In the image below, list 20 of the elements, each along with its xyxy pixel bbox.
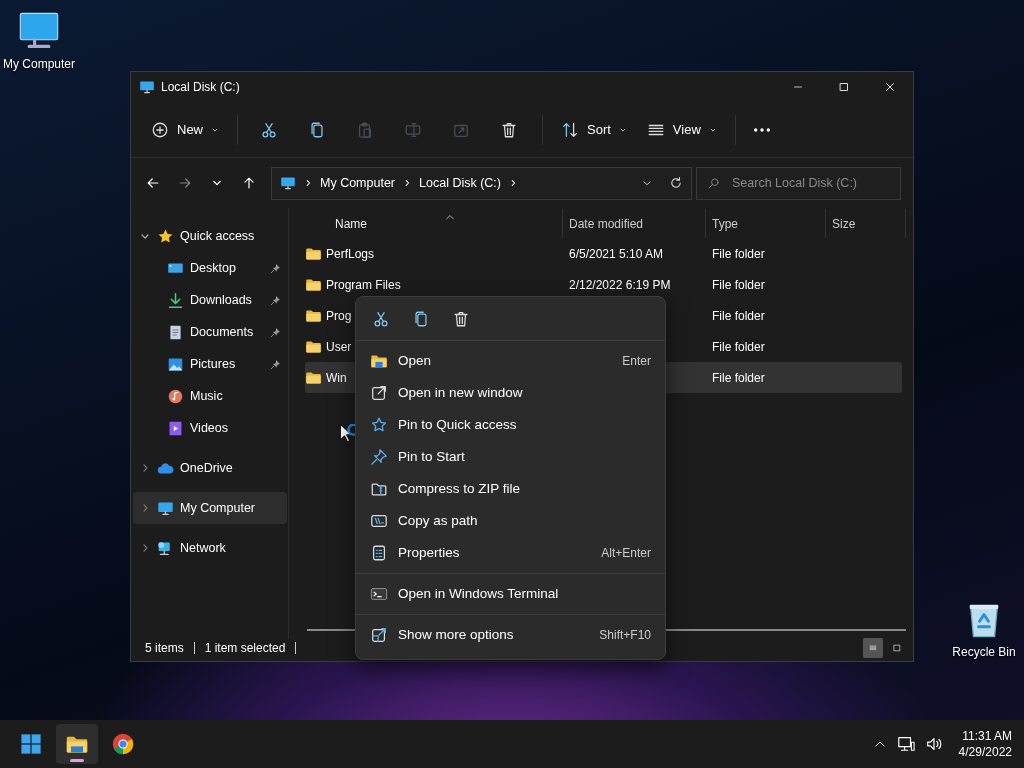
- clock-time: 11:31 AM: [962, 728, 1012, 744]
- date-text: 2/12/2022 6:19 PM: [569, 277, 671, 292]
- type-text: File folder: [712, 308, 765, 323]
- file-name: Prog: [326, 307, 352, 325]
- shortcut-label: Enter: [622, 353, 651, 370]
- file-name: PerfLogs: [326, 245, 375, 263]
- date-text: 6/5/2021 5:10 AM: [569, 246, 664, 261]
- selection-count: 1 item selected: [204, 640, 286, 657]
- type-text: File folder: [712, 277, 765, 292]
- item-count: 5 items: [145, 640, 184, 657]
- type-text: File folder: [712, 370, 765, 385]
- type-text: File folder: [712, 339, 765, 354]
- file-name: Win: [326, 369, 347, 387]
- shortcut-label: Alt+Enter: [601, 545, 651, 562]
- clock-date: 4/29/2022: [958, 744, 1012, 760]
- window-title: Local Disk (C:): [161, 79, 240, 96]
- file-name: User: [326, 338, 352, 356]
- type-text: File folder: [712, 246, 765, 261]
- shortcut-label: Shift+F10: [599, 627, 651, 644]
- file-name: Program Files: [326, 276, 401, 294]
